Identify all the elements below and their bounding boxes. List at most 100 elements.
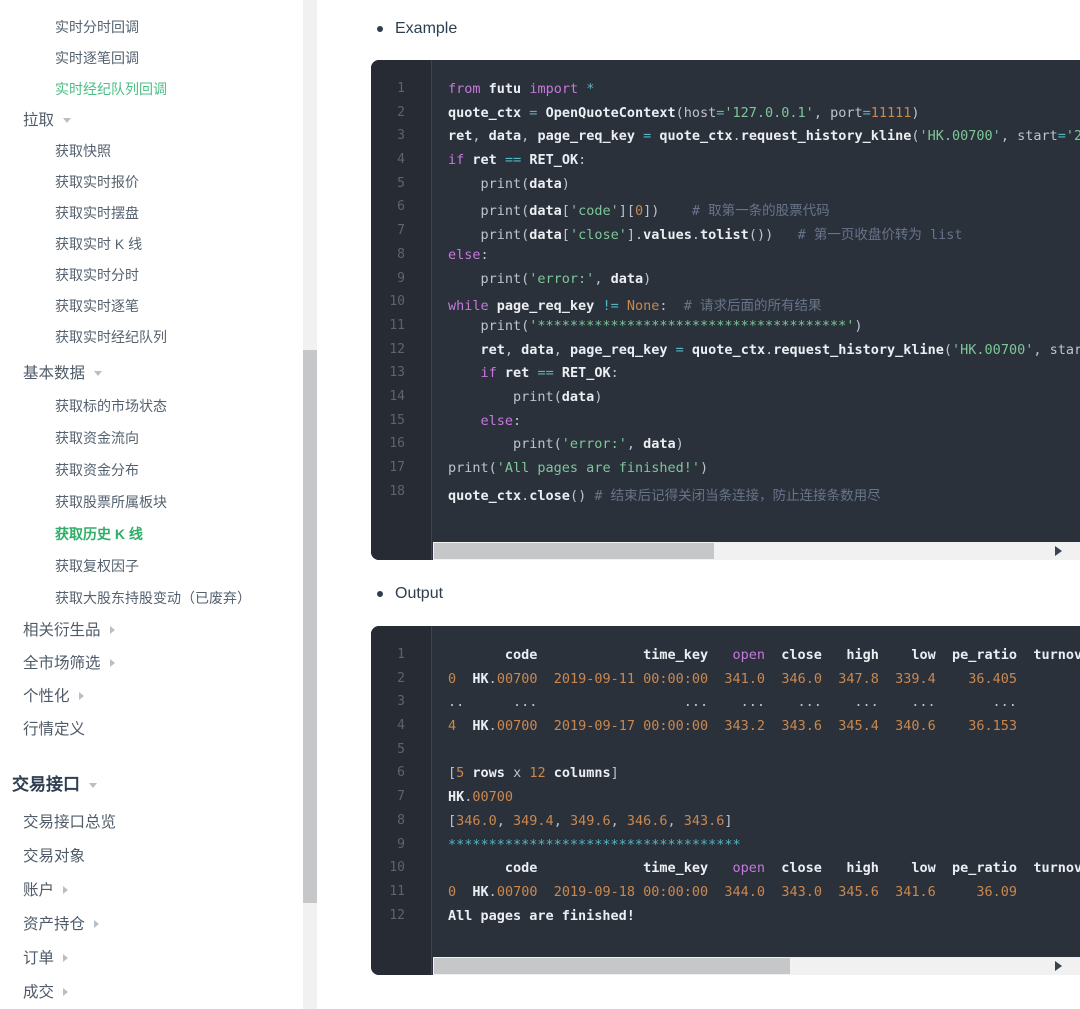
sidebar-item[interactable]: 实时经纪队列回调: [0, 74, 303, 105]
line-number: 3: [371, 128, 405, 152]
sidebar-item[interactable]: 获取资金分布: [0, 454, 303, 486]
doc-content: Example 123456789101112131415161718 from…: [344, 0, 1080, 1009]
code-line: print('*********************************…: [448, 318, 1080, 342]
sidebar-item-label: 获取资金分布: [55, 462, 139, 478]
sidebar-list: 实时分时回调实时逐笔回调实时经纪队列回调拉取获取快照获取实时报价获取实时摆盘获取…: [0, 12, 303, 1009]
sidebar-item-label: 实时逐笔回调: [55, 50, 139, 66]
sidebar-item-label: 订单: [23, 950, 54, 967]
sidebar-item-label: 获取实时 K 线: [55, 236, 142, 252]
sidebar-item[interactable]: 获取实时报价: [0, 167, 303, 198]
line-number: 16: [371, 436, 405, 460]
sidebar-item-label: 获取实时报价: [55, 174, 139, 190]
sidebar-item[interactable]: 获取实时摆盘: [0, 198, 303, 229]
line-number: 8: [371, 813, 405, 837]
line-number: 4: [371, 152, 405, 176]
sidebar-item[interactable]: 个性化: [0, 680, 303, 713]
chevron-down-icon: [89, 783, 97, 788]
sidebar-item[interactable]: 获取快照: [0, 136, 303, 167]
sidebar-item-clipped[interactable]: 实时 K 线回调: [55, 0, 142, 5]
code-line: else:: [448, 413, 1080, 437]
example-code-block: 123456789101112131415161718 from futu im…: [371, 60, 1080, 560]
line-number: 1: [371, 81, 405, 105]
code-line: 4 HK.00700 2019-09-17 00:00:00 343.2 343…: [448, 718, 1080, 742]
output-code-lines: code time_key open close high low pe_rat…: [432, 626, 1080, 975]
scroll-right-arrow-icon[interactable]: [1055, 961, 1062, 971]
code-line: if ret == RET_OK:: [448, 152, 1080, 176]
code-line: quote_ctx.close() # 结束后记得关闭当条连接，防止连接条数用尽: [448, 484, 1080, 508]
chevron-right-icon: [63, 988, 68, 996]
code-line: quote_ctx = OpenQuoteContext(host='127.0…: [448, 105, 1080, 129]
sidebar-item[interactable]: 交易接口: [0, 764, 303, 806]
chevron-down-icon: [63, 118, 71, 123]
sidebar-item[interactable]: 成交: [0, 976, 303, 1009]
code-line: print('error:', data): [448, 271, 1080, 295]
chevron-right-icon: [63, 886, 68, 894]
output-code-area: 123456789101112 code time_key open close…: [371, 626, 1080, 975]
sidebar-item-label: 个性化: [23, 688, 70, 705]
line-number: 1: [371, 647, 405, 671]
code-line: .. ... ... ... ... ... ... ...: [448, 694, 1080, 718]
sidebar-scrollbar-thumb[interactable]: [303, 350, 317, 903]
line-number: 6: [371, 765, 405, 789]
output-heading: Output: [395, 585, 443, 603]
code-line: print(data['close'].values.tolist()) # 第…: [448, 223, 1080, 247]
output-horizontal-scrollbar[interactable]: [433, 957, 1080, 975]
list-bullet-icon: [377, 26, 383, 32]
code-line: print(data): [448, 389, 1080, 413]
sidebar-item[interactable]: 全市场筛选: [0, 647, 303, 680]
code-line: 0 HK.00700 2019-09-18 00:00:00 344.0 343…: [448, 884, 1080, 908]
line-number: 5: [371, 176, 405, 200]
chevron-right-icon: [110, 659, 115, 667]
sidebar-item[interactable]: 获取大股东持股变动（已废弃）: [0, 582, 303, 614]
output-scrollbar-thumb[interactable]: [434, 958, 790, 974]
sidebar-scrollbar[interactable]: [303, 0, 317, 1009]
example-heading: Example: [395, 20, 457, 38]
code-line: ret, data, page_req_key = quote_ctx.requ…: [448, 128, 1080, 152]
sidebar-item[interactable]: 相关衍生品: [0, 614, 303, 647]
sidebar-item[interactable]: 获取实时经纪队列: [0, 322, 303, 353]
sidebar-item[interactable]: 获取实时逐笔: [0, 291, 303, 322]
line-number: 8: [371, 247, 405, 271]
sidebar-item[interactable]: 实时逐笔回调: [0, 43, 303, 74]
example-scrollbar-thumb[interactable]: [434, 543, 714, 559]
chevron-down-icon: [94, 371, 102, 376]
sidebar-item[interactable]: 资产持仓: [0, 908, 303, 942]
line-number-gutter: 123456789101112131415161718: [371, 60, 432, 560]
line-number: 13: [371, 365, 405, 389]
sidebar-item[interactable]: 行情定义: [0, 713, 303, 746]
sidebar-item[interactable]: 交易对象: [0, 840, 303, 874]
sidebar-item-label: 成交: [23, 984, 54, 1001]
sidebar-item-label: 获取实时经纪队列: [55, 329, 167, 345]
code-line: [448, 742, 1080, 766]
line-number: 14: [371, 389, 405, 413]
sidebar-item[interactable]: 获取实时分时: [0, 260, 303, 291]
sidebar-item-label: 获取资金流向: [55, 430, 139, 446]
sidebar-item[interactable]: 基本数据: [0, 358, 303, 390]
sidebar-item[interactable]: 拉取: [0, 105, 303, 136]
sidebar-item[interactable]: 获取标的市场状态: [0, 390, 303, 422]
chevron-right-icon: [79, 692, 84, 700]
sidebar-item[interactable]: 实时分时回调: [0, 12, 303, 43]
sidebar-item-label: 获取快照: [55, 143, 111, 159]
line-number: 9: [371, 837, 405, 861]
chevron-right-icon: [94, 920, 99, 928]
line-number: 15: [371, 413, 405, 437]
sidebar-item-label: 账户: [23, 882, 54, 899]
sidebar-item[interactable]: 账户: [0, 874, 303, 908]
sidebar-item[interactable]: 交易接口总览: [0, 806, 303, 840]
sidebar-item-label: 全市场筛选: [23, 655, 101, 672]
sidebar-item[interactable]: 订单: [0, 942, 303, 976]
sidebar-item[interactable]: 获取复权因子: [0, 550, 303, 582]
code-line: HK.00700: [448, 789, 1080, 813]
sidebar-item[interactable]: 获取股票所属板块: [0, 486, 303, 518]
line-number: 10: [371, 860, 405, 884]
sidebar-item[interactable]: 获取实时 K 线: [0, 229, 303, 260]
sidebar-item[interactable]: 获取历史 K 线: [0, 518, 303, 550]
line-number: 7: [371, 223, 405, 247]
line-number: 5: [371, 742, 405, 766]
code-line: while page_req_key != None: # 请求后面的所有结果: [448, 294, 1080, 318]
sidebar-item-label: 获取标的市场状态: [55, 398, 167, 414]
example-horizontal-scrollbar[interactable]: [433, 542, 1080, 560]
scroll-right-arrow-icon[interactable]: [1055, 546, 1062, 556]
sidebar-item[interactable]: 获取资金流向: [0, 422, 303, 454]
